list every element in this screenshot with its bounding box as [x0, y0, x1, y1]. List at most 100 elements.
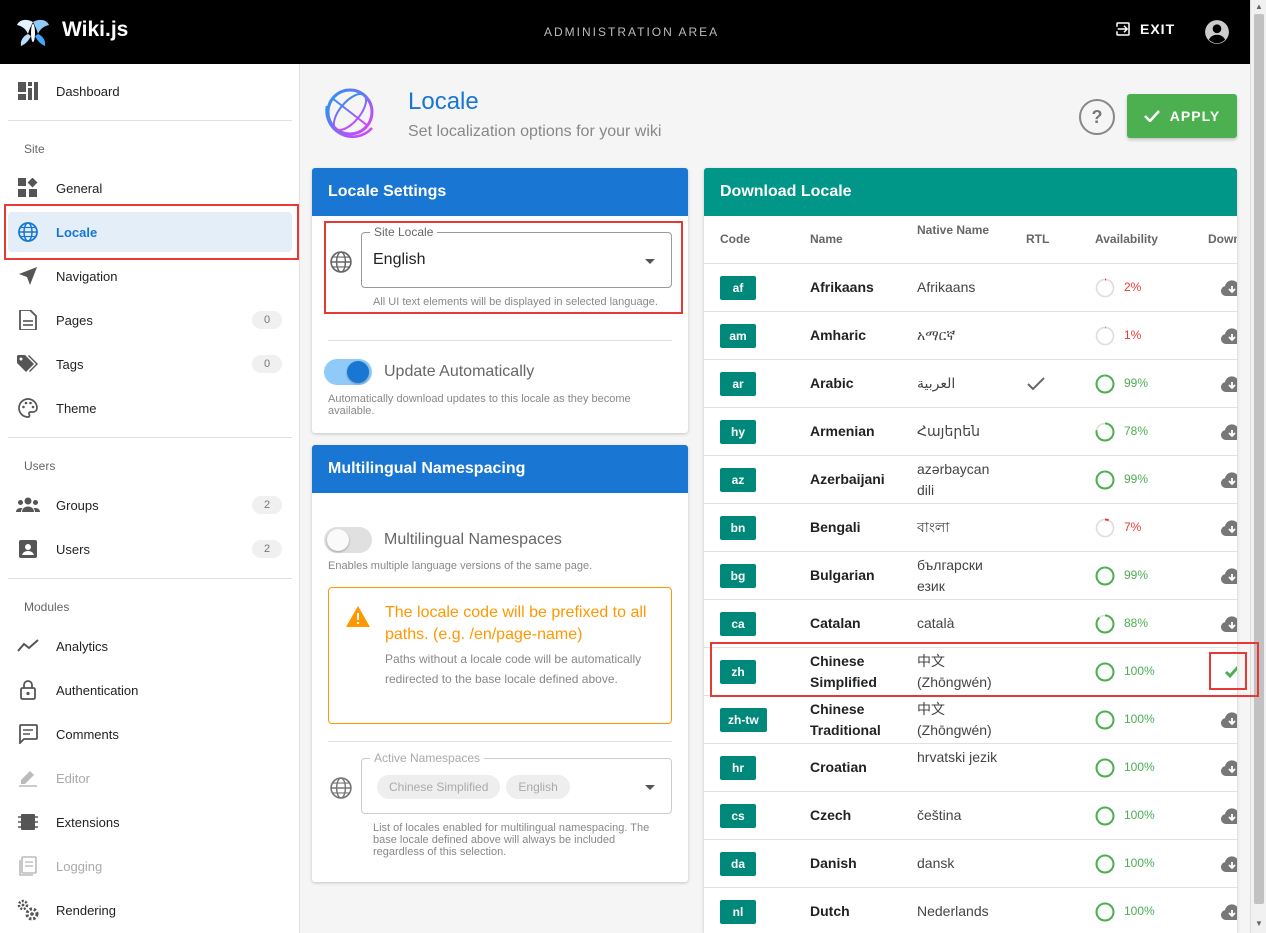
locale-row[interactable]: hy Armenian Հայերեն 78%: [704, 408, 1237, 456]
exit-icon: [1116, 22, 1130, 36]
sidebar-item-extensions[interactable]: Extensions: [8, 802, 292, 842]
sidebar-item-label: Authentication: [56, 682, 139, 698]
locale-row[interactable]: am Amharic አማርኛ 1%: [704, 312, 1237, 360]
locale-native-name: 中文 (Zhōngwén): [917, 701, 992, 738]
locale-native-name: বাংলা: [917, 519, 950, 535]
availability-value: 100%: [1124, 664, 1155, 678]
sidebar-item-editor[interactable]: Editor: [8, 758, 292, 798]
comment-icon: [16, 722, 40, 746]
site-locale-select[interactable]: Site Locale English: [361, 225, 672, 288]
exit-button[interactable]: EXIT: [1114, 20, 1175, 38]
cloud-download-icon[interactable]: [1220, 566, 1237, 586]
locale-name: Azerbaijani: [810, 471, 885, 487]
sidebar-item-tags[interactable]: Tags 0: [8, 344, 292, 384]
locale-row[interactable]: da Danish dansk 100%: [704, 840, 1237, 888]
locale-globe-icon: [325, 88, 374, 148]
cloud-download-icon[interactable]: [1220, 278, 1237, 298]
help-button[interactable]: ?: [1079, 99, 1115, 135]
locale-row[interactable]: cs Czech čeština 100%: [704, 792, 1237, 840]
scroll-down-arrow-icon[interactable]: ▼: [1254, 919, 1264, 929]
cloud-download-icon[interactable]: [1220, 710, 1237, 730]
apply-button[interactable]: APPLY: [1127, 94, 1237, 138]
cloud-download-icon[interactable]: [1220, 854, 1237, 874]
sidebar-item-authentication[interactable]: Authentication: [8, 670, 292, 710]
cloud-download-icon[interactable]: [1220, 374, 1237, 394]
update-automatically-toggle[interactable]: [324, 358, 372, 386]
locale-row[interactable]: hr Croatian hrvatski jezik 100%: [704, 744, 1237, 792]
availability-value: 100%: [1124, 712, 1155, 726]
sidebar-item-label: General: [56, 180, 103, 196]
column-header-availability[interactable]: Availability: [1095, 232, 1158, 246]
sidebar-item-label: Pages: [56, 312, 93, 328]
toggle-thumb: [327, 529, 349, 551]
update-automatically-label: Update Automatically: [384, 363, 535, 380]
sidebar-item-rendering[interactable]: Rendering: [8, 890, 292, 930]
pages-count-badge: 0: [252, 311, 282, 329]
availability-progress-icon: [1095, 614, 1115, 634]
column-header-download[interactable]: Down: [1208, 232, 1237, 246]
sidebar-item-groups[interactable]: Groups 2: [8, 485, 292, 525]
namespacing-divider: [328, 741, 672, 742]
locale-row[interactable]: bn Bengali বাংলা 7%: [704, 504, 1237, 552]
page-scrollbar[interactable]: ▲ ▼: [1250, 0, 1266, 933]
cloud-download-icon[interactable]: [1220, 806, 1237, 826]
cloud-download-icon[interactable]: [1220, 758, 1237, 778]
locale-row[interactable]: bg Bulgarian български език 99%: [704, 552, 1237, 600]
availability-value: 100%: [1124, 760, 1155, 774]
locale-code-chip: cs: [720, 804, 756, 828]
sidebar-item-locale[interactable]: Locale: [8, 212, 292, 252]
locale-row[interactable]: zh Chinese Simplified 中文 (Zhōngwén) 100%: [704, 648, 1237, 696]
cloud-download-icon[interactable]: [1220, 422, 1237, 442]
multilingual-namespaces-toggle[interactable]: [324, 526, 372, 554]
user-card-icon: [16, 537, 40, 561]
locale-native-name: azərbaycan dili: [917, 461, 990, 498]
sidebar-item-label: Logging: [56, 858, 103, 874]
locale-row[interactable]: af Afrikaans Afrikaans 2%: [704, 264, 1237, 312]
locale-native-name: čeština: [917, 807, 962, 823]
column-header-rtl[interactable]: RTL: [1026, 232, 1049, 246]
cloud-download-icon[interactable]: [1220, 518, 1237, 538]
locale-row[interactable]: nl Dutch Nederlands 100%: [704, 888, 1237, 933]
availability-value: 7%: [1124, 520, 1142, 534]
sidebar-item-navigation[interactable]: Navigation: [8, 256, 292, 296]
sidebar-item-label: Tags: [56, 356, 84, 372]
wikijs-logo-icon[interactable]: [16, 16, 50, 48]
brand-name[interactable]: Wiki.js: [62, 18, 128, 42]
warning-icon: [346, 606, 370, 627]
locale-row[interactable]: zh-tw Chinese Traditional 中文 (Zhōngwén) 100…: [704, 696, 1237, 744]
locale-settings-header: Locale Settings: [312, 168, 688, 216]
sidebar-item-theme[interactable]: Theme: [8, 388, 292, 428]
sidebar-item-analytics[interactable]: Analytics: [8, 626, 292, 666]
toggle-thumb: [347, 361, 369, 383]
account-icon[interactable]: [1204, 19, 1230, 45]
sidebar-item-users[interactable]: Users 2: [8, 529, 292, 569]
locale-row[interactable]: ar Arabic العربية 99%: [704, 360, 1237, 408]
locale-row[interactable]: az Azerbaijani azərbaycan dili 99%: [704, 456, 1237, 504]
column-header-code[interactable]: Code: [720, 232, 750, 246]
multilingual-namespaces-hint: Enables multiple language versions of th…: [328, 560, 593, 572]
column-header-native-name[interactable]: Native Name: [917, 223, 989, 237]
sidebar-item-comments[interactable]: Comments: [8, 714, 292, 754]
sidebar-item-label: Navigation: [56, 268, 118, 284]
sidebar-item-logging[interactable]: Logging: [8, 846, 292, 886]
sidebar-item-dashboard[interactable]: Dashboard: [8, 71, 292, 111]
locale-row[interactable]: ca Catalan català 88%: [704, 600, 1237, 648]
installed-check-icon[interactable]: [1220, 662, 1237, 682]
cloud-download-icon[interactable]: [1220, 470, 1237, 490]
sidebar-item-label: Theme: [56, 400, 97, 416]
scroll-up-arrow-icon[interactable]: ▲: [1254, 2, 1264, 12]
availability-value: 99%: [1124, 568, 1149, 582]
scrollbar-thumb[interactable]: [1254, 14, 1264, 904]
locale-native-name: Afrikaans: [917, 279, 976, 295]
dropdown-caret-icon: [645, 785, 655, 790]
cloud-download-icon[interactable]: [1220, 902, 1237, 922]
sidebar-item-general[interactable]: General: [8, 168, 292, 208]
active-namespaces-select[interactable]: Active Namespaces Chinese Simplified Engl…: [361, 751, 672, 814]
cloud-download-icon[interactable]: [1220, 326, 1237, 346]
cloud-download-icon[interactable]: [1220, 614, 1237, 634]
page-subtitle: Set localization options for your wiki: [408, 123, 662, 140]
sidebar-item-pages[interactable]: Pages 0: [8, 300, 292, 340]
chip-icon: [16, 810, 40, 834]
column-header-name[interactable]: Name: [810, 232, 843, 246]
availability-value: 100%: [1124, 904, 1155, 918]
